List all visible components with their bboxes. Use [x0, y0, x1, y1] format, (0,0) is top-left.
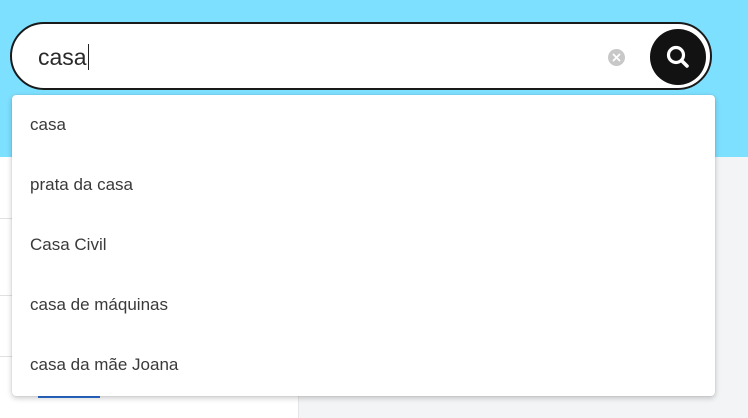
suggestion-item[interactable]: casa de máquinas — [12, 275, 715, 335]
clear-search-button[interactable] — [608, 49, 625, 66]
background-divider — [0, 356, 12, 357]
search-input-value: casa — [38, 43, 87, 70]
suggestion-item[interactable]: Casa Civil — [12, 215, 715, 275]
background-divider — [0, 295, 12, 296]
clear-x-icon — [612, 53, 621, 62]
search-bar: casa — [10, 22, 712, 90]
magnifier-icon — [666, 45, 689, 68]
background-link-underline — [38, 396, 100, 398]
search-button[interactable] — [650, 29, 706, 85]
suggestion-item[interactable]: prata da casa — [12, 155, 715, 215]
autocomplete-dropdown: casa prata da casa Casa Civil casa de má… — [12, 95, 715, 396]
suggestion-item[interactable]: casa — [12, 95, 715, 155]
background-divider — [0, 218, 12, 219]
search-input[interactable]: casa — [38, 36, 598, 78]
suggestion-item[interactable]: casa da mãe Joana — [12, 335, 715, 395]
text-caret — [87, 44, 90, 70]
